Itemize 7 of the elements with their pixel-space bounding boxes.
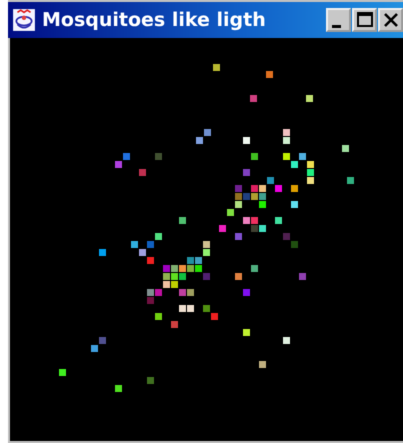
minimize-button[interactable]	[326, 8, 351, 32]
maximize-icon	[354, 11, 374, 29]
maximize-button[interactable]	[352, 8, 377, 32]
minimize-icon	[332, 24, 341, 28]
window-title: Mosquitoes like ligth	[42, 9, 267, 31]
app-icon	[12, 8, 36, 32]
close-button[interactable]	[378, 8, 403, 32]
